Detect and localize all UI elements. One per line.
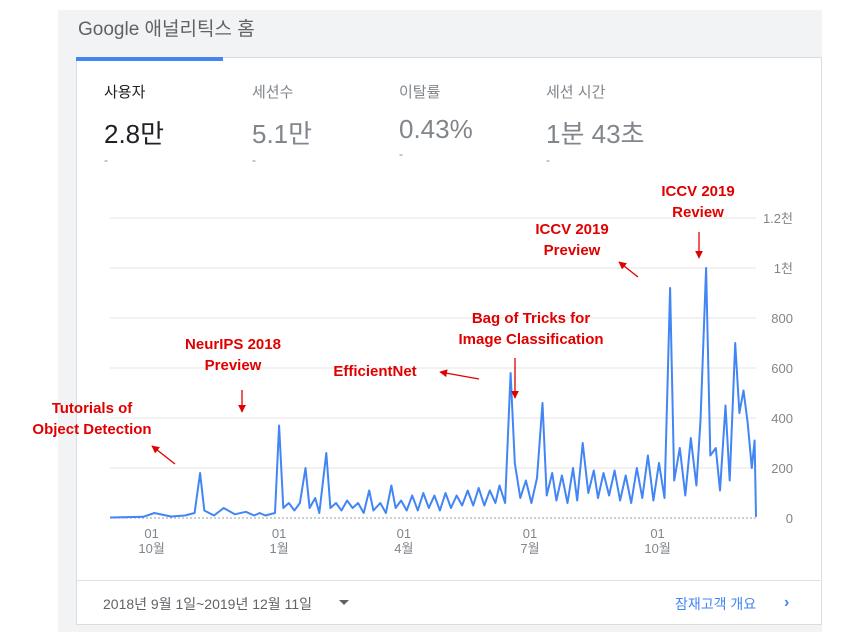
annotation-label: EfficientNet [333,363,416,380]
annotation-label: NeurIPS 2018 [185,336,281,353]
x-tick-month-label: 10월 [138,541,164,556]
annotation-label: ICCV 2019 [535,221,608,238]
users-line-chart: 02004006008001천1.2천0110월011월014월017월0110… [32,183,793,556]
x-tick-day-label: 01 [523,526,537,541]
annotation-arrow [151,445,176,465]
date-range-selector[interactable]: 2018년 9월 1일~2019년 12월 11일 [103,594,312,614]
chevron-right-icon[interactable]: › [784,594,789,612]
y-tick-label: 0 [786,511,793,526]
y-tick-label: 1.2천 [763,211,793,226]
annotation-label: Preview [205,357,262,374]
annotation-arrow [618,261,639,278]
x-tick-day-label: 01 [397,526,411,541]
x-tick-day-label: 01 [650,526,664,541]
annotation-arrow [439,369,480,380]
x-tick-month-label: 1월 [270,541,289,556]
y-tick-label: 200 [771,461,793,476]
annotation-label: Object Detection [32,421,151,438]
annotation-label: ICCV 2019 [661,183,734,200]
y-tick-label: 600 [771,361,793,376]
users-series-line [109,267,757,519]
y-tick-label: 1천 [774,261,793,276]
y-tick-label: 800 [771,311,793,326]
x-tick-day-label: 01 [272,526,286,541]
annotation-label: Tutorials of [52,400,134,417]
audience-overview-link[interactable]: 잠재고객 개요 [675,594,756,614]
x-tick-month-label: 10월 [644,541,670,556]
y-tick-label: 400 [771,411,793,426]
annotation-label: Preview [544,242,601,259]
annotation-label: Review [672,204,724,221]
x-tick-month-label: 7월 [520,541,539,556]
dropdown-caret-icon[interactable] [339,600,349,605]
annotation-label: Bag of Tricks for [472,310,591,327]
annotation-label: Image Classification [458,331,603,348]
x-tick-day-label: 01 [144,526,158,541]
footer-divider [76,580,820,581]
x-tick-month-label: 4월 [394,541,413,556]
